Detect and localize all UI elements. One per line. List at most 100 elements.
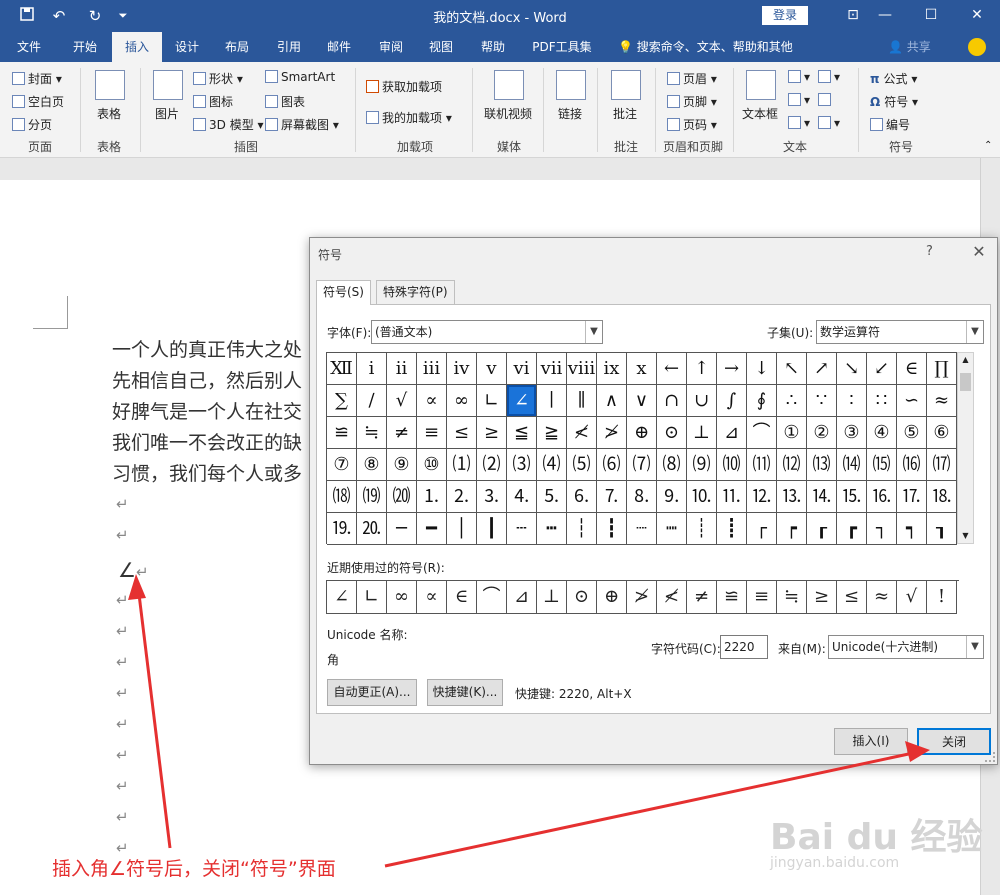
recent-symbol-cell[interactable]: ∈ <box>447 581 477 614</box>
3d-models-button[interactable]: 3D 模型 ▾ <box>193 116 264 133</box>
symbol-cell[interactable]: ⅲ <box>417 353 447 385</box>
tell-me-search[interactable]: 💡 搜索命令、文本、帮助和其他 <box>618 32 793 62</box>
symbol-cell[interactable]: ↖ <box>777 353 807 385</box>
symbol-cell[interactable]: ④ <box>867 417 897 449</box>
tab-help[interactable]: 帮助 <box>472 32 514 62</box>
minimize-button[interactable]: — <box>870 4 900 26</box>
recent-symbol-cell[interactable]: ≌ <box>717 581 747 614</box>
symbol-cell[interactable]: ┃ <box>477 513 507 545</box>
close-window-button[interactable]: ✕ <box>962 4 992 26</box>
symbol-cell[interactable]: ⅵ <box>507 353 537 385</box>
icons-button[interactable]: 图标 <box>193 93 233 110</box>
help-icon[interactable]: ? <box>926 244 933 259</box>
recent-symbol-cell[interactable]: ∠ <box>327 581 357 614</box>
symbol-cell[interactable]: │ <box>447 513 477 545</box>
symbol-cell[interactable]: ⒑ <box>687 481 717 513</box>
tab-file[interactable]: 文件 <box>8 32 50 62</box>
symbol-cell[interactable]: ∨ <box>627 385 657 417</box>
symbol-cell[interactable]: ⅶ <box>537 353 567 385</box>
scroll-thumb[interactable] <box>960 373 971 391</box>
blank-page-button[interactable]: 空白页 <box>12 93 64 110</box>
tab-view[interactable]: 视图 <box>420 32 462 62</box>
symbol-cell[interactable]: ① <box>777 417 807 449</box>
comment-icon[interactable] <box>611 70 641 100</box>
get-addins-button[interactable]: 获取加载项 <box>366 78 442 95</box>
recent-symbol-cell[interactable]: ≒ <box>777 581 807 614</box>
symbol-cell[interactable]: ⑿ <box>777 449 807 481</box>
online-video-icon[interactable] <box>494 70 524 100</box>
symbol-cell[interactable]: ┈ <box>627 513 657 545</box>
symbol-cell[interactable]: √ <box>387 385 417 417</box>
symbol-cell[interactable]: ⒕ <box>807 481 837 513</box>
font-select[interactable]: (普通文本) ▼ <box>371 320 603 344</box>
selected-symbol-cell[interactable]: ∠ <box>507 385 537 417</box>
tab-layout[interactable]: 布局 <box>216 32 258 62</box>
symbol-cell[interactable]: ⒔ <box>777 481 807 513</box>
symbol-cell[interactable]: ⒁ <box>837 449 867 481</box>
symbol-cell[interactable]: ⊕ <box>627 417 657 449</box>
symbol-cell[interactable]: ⅳ <box>447 353 477 385</box>
symbol-cell[interactable]: ┐ <box>867 513 897 545</box>
symbol-cell[interactable]: ← <box>657 353 687 385</box>
recent-symbol-cell[interactable]: ∞ <box>387 581 417 614</box>
symbol-cell[interactable]: ∑ <box>327 385 357 417</box>
wordart-icon[interactable]: ▾ <box>788 93 810 107</box>
symbol-cell[interactable]: ⒒ <box>717 481 747 513</box>
symbol-cell[interactable]: ⑧ <box>357 449 387 481</box>
object-icon[interactable]: ▾ <box>818 116 840 130</box>
online-video-button[interactable]: 联机视频 <box>484 105 532 122</box>
link-button[interactable]: 链接 <box>558 105 582 122</box>
symbol-cell[interactable]: ┉ <box>657 513 687 545</box>
link-icon[interactable] <box>556 70 586 100</box>
symbol-cell[interactable]: ⒙ <box>927 481 957 513</box>
symbol-button[interactable]: Ω 符号 ▾ <box>870 93 918 110</box>
recent-symbol-cell[interactable]: ⊙ <box>567 581 597 614</box>
picture-icon[interactable] <box>153 70 183 100</box>
symbol-cell[interactable]: ⑥ <box>927 417 957 449</box>
tab-special-characters[interactable]: 特殊字符(P) <box>376 280 455 304</box>
symbol-cell[interactable]: ∮ <box>747 385 777 417</box>
symbol-cell[interactable]: ∞ <box>447 385 477 417</box>
insert-button[interactable]: 插入(I) <box>834 728 908 755</box>
char-code-input[interactable]: 2220 <box>720 635 768 659</box>
symbol-cell[interactable]: ⑽ <box>717 449 747 481</box>
symbol-cell[interactable]: ⅹ <box>627 353 657 385</box>
table-icon[interactable] <box>95 70 125 100</box>
drop-cap-icon[interactable]: ▾ <box>788 116 810 130</box>
symbol-cell[interactable]: ⑺ <box>627 449 657 481</box>
symbol-cell[interactable]: ⑾ <box>747 449 777 481</box>
shapes-button[interactable]: 形状 ▾ <box>193 70 243 87</box>
symbol-cell[interactable]: ∽ <box>897 385 927 417</box>
symbol-cell[interactable]: ⒎ <box>597 481 627 513</box>
symbol-cell[interactable]: ⒗ <box>867 481 897 513</box>
symbol-cell[interactable]: ┋ <box>717 513 747 545</box>
picture-button[interactable]: 图片 <box>155 105 179 122</box>
symbol-cell[interactable]: ⒆ <box>357 481 387 513</box>
textbox-icon[interactable] <box>746 70 776 100</box>
symbol-cell[interactable]: ⊥ <box>687 417 717 449</box>
symbol-cell[interactable]: ③ <box>837 417 867 449</box>
symbol-cell[interactable]: ⑩ <box>417 449 447 481</box>
symbol-grid-scrollbar[interactable]: ▲ ▼ <box>957 352 974 544</box>
symbol-cell[interactable]: ┍ <box>777 513 807 545</box>
tab-symbols[interactable]: 符号(S) <box>316 280 371 305</box>
recent-symbol-cell[interactable]: ≥ <box>807 581 837 614</box>
page-number-button[interactable]: 页码 ▾ <box>667 116 717 133</box>
comment-button[interactable]: 批注 <box>613 105 637 122</box>
symbol-cell[interactable]: ⌒ <box>747 417 777 449</box>
symbol-cell[interactable]: ⅰ <box>357 353 387 385</box>
recent-symbol-cell[interactable]: ⌒ <box>477 581 507 614</box>
symbol-cell[interactable]: ┑ <box>897 513 927 545</box>
symbol-cell[interactable]: ⅸ <box>597 353 627 385</box>
my-addins-button[interactable]: 我的加载项 ▾ <box>366 109 452 126</box>
symbol-cell[interactable]: ≠ <box>387 417 417 449</box>
symbol-cell[interactable]: ⅴ <box>477 353 507 385</box>
recent-symbol-cell[interactable]: ≡ <box>747 581 777 614</box>
symbol-cell[interactable]: ┅ <box>537 513 567 545</box>
symbol-cell[interactable]: ⑸ <box>567 449 597 481</box>
symbol-cell[interactable]: ⑤ <box>897 417 927 449</box>
symbol-cell[interactable]: ⅱ <box>387 353 417 385</box>
body-text-line[interactable]: 先相信自己，然后别人 <box>112 366 302 393</box>
symbol-cell[interactable]: ⒄ <box>927 449 957 481</box>
recent-symbol-cell[interactable]: ∟ <box>357 581 387 614</box>
